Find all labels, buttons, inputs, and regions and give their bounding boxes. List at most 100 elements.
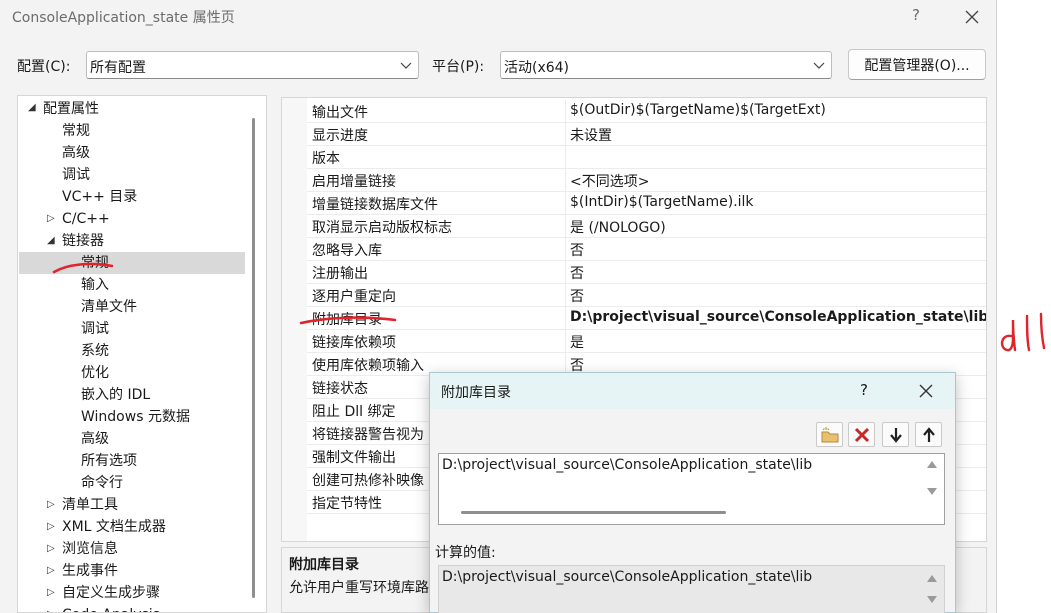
property-row[interactable]: 链接库依赖项 是 xyxy=(307,330,986,353)
title-bar: ConsoleApplication_state 属性页 ? xyxy=(0,0,997,34)
description-title: 附加库目录 xyxy=(289,557,359,573)
property-row[interactable]: 逐用户重定向 否 xyxy=(307,284,986,307)
scroll-down-icon[interactable] xyxy=(927,488,937,496)
scroll-down-icon[interactable] xyxy=(927,596,937,604)
expanded-arrow-icon[interactable]: ◢ xyxy=(47,235,55,246)
property-value[interactable]: 否 xyxy=(570,286,584,306)
delete-line-button[interactable] xyxy=(848,422,875,447)
property-row[interactable]: 版本 xyxy=(307,146,986,169)
computed-values-label: 计算的值: xyxy=(435,545,496,561)
dialog-title-bar: 附加库目录 ? xyxy=(430,373,955,409)
move-up-button[interactable] xyxy=(915,422,942,447)
tree-node[interactable]: VC++ 目录 xyxy=(62,186,137,208)
tree-node[interactable]: 所有选项 xyxy=(81,450,137,472)
collapsed-arrow-icon[interactable]: ▷ xyxy=(47,609,55,612)
property-value[interactable]: 是 xyxy=(570,332,584,352)
property-name: 将链接器警告视为 xyxy=(312,427,424,443)
list-horizontal-scrollbar[interactable] xyxy=(461,511,726,514)
dialog-close-button[interactable] xyxy=(914,379,938,403)
property-row[interactable]: 取消显示启动版权标志 是 (/NOLOGO) xyxy=(307,215,986,238)
tree-node[interactable]: Windows 元数据 xyxy=(81,406,190,428)
tree-node[interactable]: 调试 xyxy=(62,164,90,186)
tree-node[interactable]: Code Analysis xyxy=(62,604,160,612)
tree-node-linker[interactable]: 链接器 xyxy=(62,230,104,252)
close-button[interactable] xyxy=(958,4,986,30)
tree-node[interactable]: 自定义生成步骤 xyxy=(62,582,160,604)
property-name: 注册输出 xyxy=(312,266,368,282)
collapsed-arrow-icon[interactable]: ▷ xyxy=(47,543,55,554)
property-name: 增量链接数据库文件 xyxy=(312,197,438,213)
directory-list[interactable]: D:\project\visual_source\ConsoleApplicat… xyxy=(438,453,945,525)
tree-node[interactable]: 生成事件 xyxy=(62,560,118,582)
list-item[interactable]: D:\project\visual_source\ConsoleApplicat… xyxy=(442,457,812,473)
arrow-down-icon xyxy=(889,427,902,443)
collapsed-arrow-icon[interactable]: ▷ xyxy=(47,587,55,598)
property-row[interactable]: 增量链接数据库文件 $(IntDir)$(TargetName).ilk xyxy=(307,192,986,215)
column-divider xyxy=(565,330,566,353)
tree-node-linker-general[interactable]: 常规 xyxy=(81,252,109,274)
column-divider xyxy=(565,100,566,123)
tree-node[interactable]: 清单工具 xyxy=(62,494,118,516)
column-divider xyxy=(565,215,566,238)
additional-library-directories-dialog: 附加库目录 ? D:\project\visual_source\Console… xyxy=(429,372,956,613)
expanded-arrow-icon[interactable]: ◢ xyxy=(28,102,36,113)
config-select[interactable]: 所有配置 xyxy=(86,51,419,79)
help-button[interactable]: ? xyxy=(906,6,926,24)
tree-node[interactable]: 系统 xyxy=(81,340,109,362)
property-name: 阻止 Dll 绑定 xyxy=(312,404,396,420)
column-divider xyxy=(565,169,566,192)
desktop-background xyxy=(997,0,1051,613)
scroll-up-icon[interactable] xyxy=(927,574,937,582)
column-divider xyxy=(565,238,566,261)
tree-node[interactable]: XML 文档生成器 xyxy=(62,516,166,538)
tree-node[interactable]: 嵌入的 IDL xyxy=(81,384,150,406)
tree-node[interactable]: 高级 xyxy=(62,142,90,164)
property-value[interactable]: 是 (/NOLOGO) xyxy=(570,217,666,237)
property-value[interactable]: 否 xyxy=(570,263,584,283)
property-row[interactable]: 启用增量链接 <不同选项> xyxy=(307,169,986,192)
tree-node[interactable]: 优化 xyxy=(81,362,109,384)
description-text: 允许用户重写环境库路 xyxy=(289,580,429,596)
tree-node[interactable]: C/C++ xyxy=(62,208,110,230)
tree-node[interactable]: 输入 xyxy=(81,274,109,296)
property-row-additional-lib-dirs[interactable]: 附加库目录 D:\project\visual_source\ConsoleApp… xyxy=(307,307,986,330)
tree-node[interactable]: 清单文件 xyxy=(81,296,137,318)
tree-scrollbar[interactable] xyxy=(252,118,255,598)
collapsed-arrow-icon[interactable]: ▷ xyxy=(47,565,55,576)
property-row[interactable]: 注册输出 否 xyxy=(307,261,986,284)
move-down-button[interactable] xyxy=(882,422,909,447)
tree-node[interactable]: 常规 xyxy=(62,120,90,142)
property-value[interactable]: 否 xyxy=(570,240,584,260)
property-value[interactable]: 未设置 xyxy=(570,125,612,145)
tree-node[interactable]: 高级 xyxy=(81,428,109,450)
property-value[interactable]: $(OutDir)$(TargetName)$(TargetExt) xyxy=(570,102,826,118)
property-row[interactable]: 显示进度 未设置 xyxy=(307,123,986,146)
new-line-button[interactable] xyxy=(816,422,843,447)
tree-node-root[interactable]: 配置属性 xyxy=(43,98,99,120)
column-divider xyxy=(565,123,566,146)
property-row[interactable]: 输出文件 $(OutDir)$(TargetName)$(TargetExt) xyxy=(307,100,986,123)
property-value[interactable]: D:\project\visual_source\ConsoleApplicat… xyxy=(570,309,986,325)
collapsed-arrow-icon[interactable]: ▷ xyxy=(47,499,55,510)
handwritten-dll-annotation xyxy=(1000,312,1046,352)
property-tree: ◢ 配置属性 常规 高级 调试 VC++ 目录 ▷ C/C++ ◢ 链接器 常规… xyxy=(17,95,267,613)
property-name: 使用库依赖项输入 xyxy=(312,358,424,374)
collapsed-arrow-icon[interactable]: ▷ xyxy=(47,521,55,532)
config-manager-button[interactable]: 配置管理器(O)... xyxy=(848,49,986,80)
scroll-up-icon[interactable] xyxy=(927,460,937,468)
dialog-help-button[interactable]: ? xyxy=(860,381,868,399)
platform-select[interactable]: 活动(x64) xyxy=(500,51,832,79)
close-icon xyxy=(919,384,933,398)
chevron-down-icon xyxy=(400,62,412,69)
property-name: 链接状态 xyxy=(312,381,368,397)
property-row[interactable]: 忽略导入库 否 xyxy=(307,238,986,261)
tree-node[interactable]: 命令行 xyxy=(81,472,123,494)
column-divider xyxy=(565,261,566,284)
tree-node[interactable]: 浏览信息 xyxy=(62,538,118,560)
property-value[interactable]: <不同选项> xyxy=(570,171,649,191)
tree-node[interactable]: 调试 xyxy=(81,318,109,340)
config-select-value: 所有配置 xyxy=(90,60,146,76)
property-value[interactable]: $(IntDir)$(TargetName).ilk xyxy=(570,194,754,210)
property-name: 输出文件 xyxy=(312,105,368,121)
collapsed-arrow-icon[interactable]: ▷ xyxy=(47,213,55,224)
